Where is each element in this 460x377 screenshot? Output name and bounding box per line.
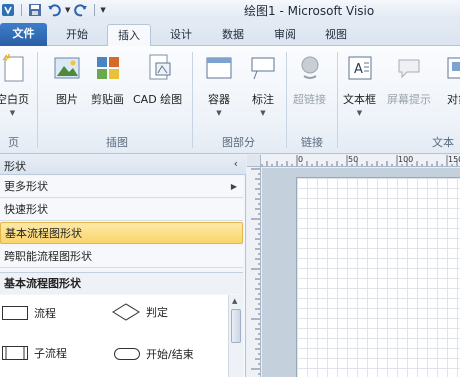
svg-text:A: A [354,62,363,77]
screentip-icon [394,51,424,85]
callout-icon [248,51,278,85]
subprocess-shape[interactable]: 子流程 [2,345,67,361]
tab-file[interactable]: 文件 [0,23,47,46]
customize-dropdown-icon[interactable]: ▼ [100,6,105,14]
chevron-down-icon: ▼ [216,109,222,117]
tab-home[interactable]: 开始 [57,24,97,46]
ribbon: 空白页 ▼ 页 图片 剪贴画 CAD 绘图 插图 容器 ▼ 标注 ▼ 图部分 超… [0,46,460,154]
picture-button[interactable]: 图片 [52,51,82,107]
stencil-title: 基本流程图形状 [0,272,243,294]
scrollbar-thumb[interactable] [231,309,241,343]
clipart-button[interactable]: 剪贴画 [91,51,124,107]
redo-icon[interactable] [73,2,89,18]
vertical-ruler [247,167,261,377]
decision-shape[interactable]: 判定 [112,303,168,321]
chevron-down-icon: ▼ [356,109,363,117]
cross-functional-flowchart-row[interactable]: 跨职能流程图形状 [0,246,243,268]
collapse-pane-icon[interactable]: ‹ [234,157,238,170]
group-separator [286,52,287,148]
title-bar: ▼ ▼ 绘图1 - Microsoft Visio [0,0,460,20]
cad-drawing-button[interactable]: CAD 绘图 [133,51,182,107]
chevron-right-icon: ▶ [230,182,237,191]
chevron-down-icon: ▼ [260,109,266,117]
process-shape[interactable]: 流程 [2,305,56,321]
subprocess-rectangle-icon [2,346,28,360]
group-label-pages: 页 [8,136,19,149]
object-icon [443,51,460,85]
tab-design[interactable]: 设计 [161,24,201,46]
stencil-shapes: 流程 判定 子流程 开始/结束 [0,295,228,377]
shapes-pane: 形状 ‹ 更多形状 ▶ 快速形状 基本流程图形状 跨职能流程图形状 基本流程图形… [0,155,246,377]
save-icon[interactable] [27,2,43,18]
ruler-number: 150 [448,155,460,164]
group-separator [192,52,193,148]
ruler-corner [247,155,261,167]
tab-data[interactable]: 数据 [213,24,253,46]
group-label-text: 文本 [432,136,454,149]
horizontal-ruler-ticks [261,155,458,166]
blank-page-icon [0,51,28,85]
decision-diamond-icon [112,303,140,321]
quick-access-toolbar: ▼ ▼ [0,1,106,19]
ruler-number: 0 [298,155,304,164]
stencil-scrollbar[interactable]: ▲ [228,295,243,377]
tab-review[interactable]: 审阅 [265,24,305,46]
container-icon [204,51,234,85]
callout-button[interactable]: 标注 ▼ [248,51,278,117]
qat-separator [94,4,96,16]
clipart-icon [93,51,123,85]
textbox-button[interactable]: A 文本框 ▼ [343,51,376,117]
window-title: 绘图1 - Microsoft Visio [244,4,375,18]
group-label-diagram-parts: 图部分 [222,136,255,149]
cad-drawing-icon [143,51,173,85]
picture-icon [52,51,82,85]
quick-shapes-row[interactable]: 快速形状 [0,199,243,221]
tab-view[interactable]: 视图 [316,24,356,46]
shapes-pane-title: 形状 [4,160,26,173]
ruler-number: 50 [348,155,359,164]
hyperlink-icon [295,51,325,85]
group-separator [37,52,38,148]
visio-app-icon[interactable] [0,2,16,18]
chevron-down-icon: ▼ [9,109,16,117]
object-button[interactable]: 对象 [443,51,460,107]
horizontal-ruler: 0 50 100 150 [261,155,460,167]
scroll-up-icon[interactable]: ▲ [232,297,237,305]
undo-icon[interactable] [46,2,62,18]
group-separator [337,52,338,148]
start-end-shape[interactable]: 开始/结束 [114,346,194,362]
group-label-links: 链接 [301,136,323,149]
blank-page-button[interactable]: 空白页 ▼ [0,51,29,117]
basic-flowchart-shapes-row[interactable]: 基本流程图形状 [0,222,243,244]
vertical-ruler-ticks [251,168,260,375]
textbox-icon: A [345,51,375,85]
drawing-page-grid[interactable] [296,177,460,377]
ribbon-tabs: 文件 开始 插入 设计 数据 审阅 视图 [0,20,460,47]
tab-insert[interactable]: 插入 [107,24,151,47]
shapes-pane-header: 形状 ‹ [0,155,246,175]
qat-separator [21,4,22,16]
hyperlink-button[interactable]: 超链接 [293,51,326,107]
ruler-number: 100 [398,155,414,164]
terminator-pill-icon [114,348,140,360]
more-shapes-row[interactable]: 更多形状 ▶ [0,176,243,198]
process-rectangle-icon [2,306,28,320]
container-button[interactable]: 容器 ▼ [204,51,234,117]
undo-dropdown-icon[interactable]: ▼ [65,6,70,14]
group-label-illustrations: 插图 [106,136,128,149]
screentip-button[interactable]: 屏幕提示 [387,51,431,107]
